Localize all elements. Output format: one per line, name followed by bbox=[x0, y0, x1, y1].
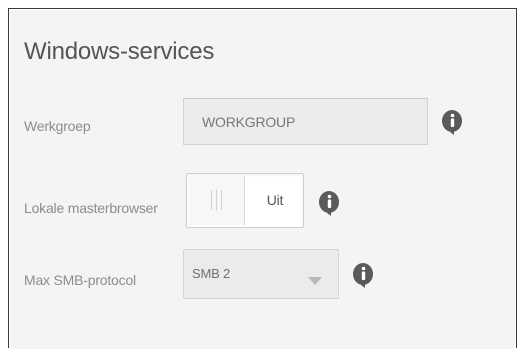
smb-protocol-selected-value: SMB 2 bbox=[192, 266, 231, 281]
smb-protocol-select[interactable]: SMB 2 bbox=[183, 249, 339, 299]
smb-protocol-label: Max SMB-protocol bbox=[24, 272, 136, 288]
page: Windows-services Werkgroep Lokale master… bbox=[0, 0, 523, 351]
grip-line bbox=[221, 190, 222, 210]
workgroup-label: Werkgroep bbox=[24, 118, 91, 134]
grip-line bbox=[216, 190, 217, 210]
master-browser-toggle[interactable]: Uit bbox=[186, 173, 304, 228]
workgroup-input[interactable] bbox=[183, 98, 428, 145]
info-icon[interactable] bbox=[352, 262, 376, 288]
toggle-knob[interactable] bbox=[189, 176, 245, 225]
master-browser-label: Lokale masterbrowser bbox=[24, 200, 158, 216]
grip-line bbox=[211, 190, 212, 210]
section-title: Windows-services bbox=[24, 38, 215, 65]
toggle-state-text: Uit bbox=[266, 192, 284, 208]
info-icon[interactable] bbox=[441, 109, 465, 135]
chevron-down-icon[interactable] bbox=[308, 277, 322, 285]
info-icon[interactable] bbox=[318, 190, 342, 216]
